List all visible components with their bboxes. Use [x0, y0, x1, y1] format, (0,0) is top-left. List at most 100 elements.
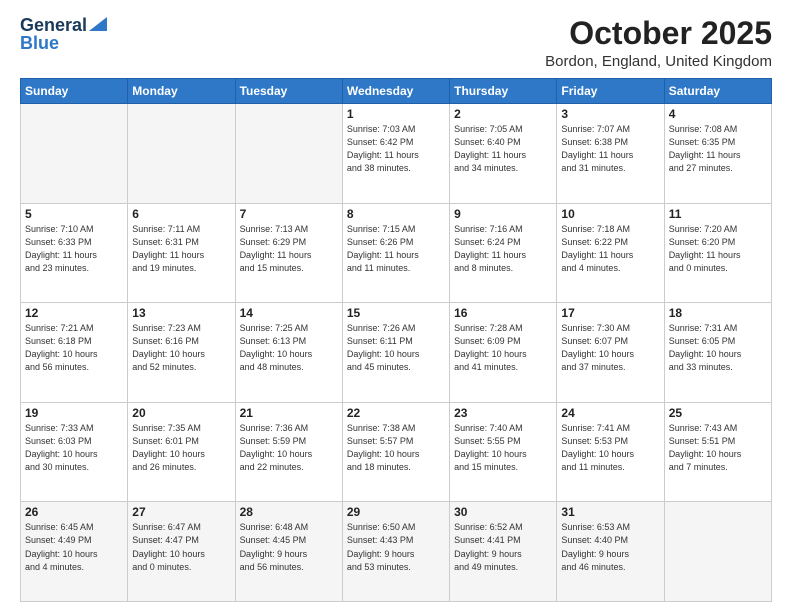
day-number: 15 [347, 306, 445, 320]
day-info: Sunrise: 7:25 AM Sunset: 6:13 PM Dayligh… [240, 322, 338, 374]
day-info: Sunrise: 7:35 AM Sunset: 6:01 PM Dayligh… [132, 422, 230, 474]
day-cell: 24Sunrise: 7:41 AM Sunset: 5:53 PM Dayli… [557, 402, 664, 502]
day-cell: 16 Sunrise: 7:28 AM Sunset: 6:09 PM Dayli… [450, 303, 557, 403]
day-cell: 2Sunrise: 7:05 AM Sunset: 6:40 PM Daylig… [450, 104, 557, 204]
weekday-header-friday: Friday [557, 79, 664, 104]
day-number: 25 [669, 406, 767, 420]
day-info: Sunrise: 6:50 AM Sunset: 4:43 PM Dayligh… [347, 521, 445, 573]
day-info: Sunrise: 7:31 AM Sunset: 6:05 PM Dayligh… [669, 322, 767, 374]
day-number: 4 [669, 107, 767, 121]
day-number: 20 [132, 406, 230, 420]
logo-icon [89, 17, 107, 31]
day-number: 19 [25, 406, 123, 420]
weekday-header-thursday: Thursday [450, 79, 557, 104]
day-info: Sunrise: 7:26 AM Sunset: 6:11 PM Dayligh… [347, 322, 445, 374]
day-info: Sunrise: 7:08 AM Sunset: 6:35 PM Dayligh… [669, 123, 767, 175]
day-info: Sunrise: 7:41 AM Sunset: 5:53 PM Dayligh… [561, 422, 659, 474]
day-info: Sunrise: 7:43 AM Sunset: 5:51 PM Dayligh… [669, 422, 767, 474]
day-cell [128, 104, 235, 204]
calendar-body: 1 Sunrise: 7:03 AM Sunset: 6:42 PM Daylig… [21, 104, 772, 602]
title-block: October 2025 Bordon, England, United Kin… [545, 16, 772, 70]
day-number: 29 [347, 505, 445, 519]
day-cell [21, 104, 128, 204]
day-cell: 13Sunrise: 7:23 AM Sunset: 6:16 PM Dayli… [128, 303, 235, 403]
day-info: Sunrise: 7:21 AM Sunset: 6:18 PM Dayligh… [25, 322, 123, 374]
weekday-header-saturday: Saturday [664, 79, 771, 104]
day-cell: 6 Sunrise: 7:11 AM Sunset: 6:31 PM Daylig… [128, 203, 235, 303]
day-cell: 3 Sunrise: 7:07 AM Sunset: 6:38 PM Daylig… [557, 104, 664, 204]
day-number: 8 [347, 207, 445, 221]
day-info: Sunrise: 7:38 AM Sunset: 5:57 PM Dayligh… [347, 422, 445, 474]
day-info: Sunrise: 7:07 AM Sunset: 6:38 PM Dayligh… [561, 123, 659, 175]
day-number: 18 [669, 306, 767, 320]
logo-blue: Blue [20, 34, 59, 54]
day-number: 21 [240, 406, 338, 420]
day-number: 13 [132, 306, 230, 320]
day-info: Sunrise: 7:36 AM Sunset: 5:59 PM Dayligh… [240, 422, 338, 474]
day-number: 9 [454, 207, 552, 221]
day-info: Sunrise: 7:11 AM Sunset: 6:31 PM Dayligh… [132, 223, 230, 275]
day-cell: 29 Sunrise: 6:50 AM Sunset: 4:43 PM Dayli… [342, 502, 449, 602]
day-cell [235, 104, 342, 204]
day-cell: 7Sunrise: 7:13 AM Sunset: 6:29 PM Daylig… [235, 203, 342, 303]
day-cell: 19 Sunrise: 7:33 AM Sunset: 6:03 PM Dayli… [21, 402, 128, 502]
day-number: 27 [132, 505, 230, 519]
day-number: 6 [132, 207, 230, 221]
calendar-header: SundayMondayTuesdayWednesdayThursdayFrid… [21, 79, 772, 104]
header: General Blue October 2025 Bordon, Englan… [20, 16, 772, 70]
day-cell: 30 Sunrise: 6:52 AM Sunset: 4:41 PM Dayli… [450, 502, 557, 602]
day-cell: 21 Sunrise: 7:36 AM Sunset: 5:59 PM Dayli… [235, 402, 342, 502]
week-row-3: 19 Sunrise: 7:33 AM Sunset: 6:03 PM Dayli… [21, 402, 772, 502]
weekday-header-monday: Monday [128, 79, 235, 104]
day-info: Sunrise: 6:53 AM Sunset: 4:40 PM Dayligh… [561, 521, 659, 573]
day-cell: 20 Sunrise: 7:35 AM Sunset: 6:01 PM Dayli… [128, 402, 235, 502]
day-cell: 10Sunrise: 7:18 AM Sunset: 6:22 PM Dayli… [557, 203, 664, 303]
day-cell: 11Sunrise: 7:20 AM Sunset: 6:20 PM Dayli… [664, 203, 771, 303]
day-cell: 14 Sunrise: 7:25 AM Sunset: 6:13 PM Dayli… [235, 303, 342, 403]
day-cell: 23 Sunrise: 7:40 AM Sunset: 5:55 PM Dayli… [450, 402, 557, 502]
day-number: 1 [347, 107, 445, 121]
day-cell: 17 Sunrise: 7:30 AM Sunset: 6:07 PM Dayli… [557, 303, 664, 403]
day-info: Sunrise: 6:52 AM Sunset: 4:41 PM Dayligh… [454, 521, 552, 573]
day-cell: 8 Sunrise: 7:15 AM Sunset: 6:26 PM Daylig… [342, 203, 449, 303]
day-cell: 5Sunrise: 7:10 AM Sunset: 6:33 PM Daylig… [21, 203, 128, 303]
weekday-row: SundayMondayTuesdayWednesdayThursdayFrid… [21, 79, 772, 104]
day-info: Sunrise: 6:45 AM Sunset: 4:49 PM Dayligh… [25, 521, 123, 573]
day-cell: 4 Sunrise: 7:08 AM Sunset: 6:35 PM Daylig… [664, 104, 771, 204]
day-info: Sunrise: 7:33 AM Sunset: 6:03 PM Dayligh… [25, 422, 123, 474]
day-number: 7 [240, 207, 338, 221]
day-number: 10 [561, 207, 659, 221]
day-number: 14 [240, 306, 338, 320]
week-row-1: 5Sunrise: 7:10 AM Sunset: 6:33 PM Daylig… [21, 203, 772, 303]
day-cell: 25 Sunrise: 7:43 AM Sunset: 5:51 PM Dayli… [664, 402, 771, 502]
day-info: Sunrise: 7:15 AM Sunset: 6:26 PM Dayligh… [347, 223, 445, 275]
week-row-0: 1 Sunrise: 7:03 AM Sunset: 6:42 PM Daylig… [21, 104, 772, 204]
day-number: 22 [347, 406, 445, 420]
day-number: 17 [561, 306, 659, 320]
day-cell: 27Sunrise: 6:47 AM Sunset: 4:47 PM Dayli… [128, 502, 235, 602]
day-cell: 18 Sunrise: 7:31 AM Sunset: 6:05 PM Dayli… [664, 303, 771, 403]
day-number: 30 [454, 505, 552, 519]
day-number: 2 [454, 107, 552, 121]
month-title: October 2025 [545, 16, 772, 51]
day-info: Sunrise: 7:28 AM Sunset: 6:09 PM Dayligh… [454, 322, 552, 374]
calendar: SundayMondayTuesdayWednesdayThursdayFrid… [20, 78, 772, 602]
day-cell: 15 Sunrise: 7:26 AM Sunset: 6:11 PM Dayli… [342, 303, 449, 403]
weekday-header-wednesday: Wednesday [342, 79, 449, 104]
day-info: Sunrise: 6:48 AM Sunset: 4:45 PM Dayligh… [240, 521, 338, 573]
week-row-2: 12 Sunrise: 7:21 AM Sunset: 6:18 PM Dayli… [21, 303, 772, 403]
day-number: 23 [454, 406, 552, 420]
day-info: Sunrise: 7:30 AM Sunset: 6:07 PM Dayligh… [561, 322, 659, 374]
day-info: Sunrise: 7:03 AM Sunset: 6:42 PM Dayligh… [347, 123, 445, 175]
day-number: 3 [561, 107, 659, 121]
day-info: Sunrise: 7:16 AM Sunset: 6:24 PM Dayligh… [454, 223, 552, 275]
day-cell: 26Sunrise: 6:45 AM Sunset: 4:49 PM Dayli… [21, 502, 128, 602]
weekday-header-tuesday: Tuesday [235, 79, 342, 104]
day-info: Sunrise: 7:20 AM Sunset: 6:20 PM Dayligh… [669, 223, 767, 275]
page: General Blue October 2025 Bordon, Englan… [0, 0, 792, 612]
day-info: Sunrise: 7:40 AM Sunset: 5:55 PM Dayligh… [454, 422, 552, 474]
day-number: 16 [454, 306, 552, 320]
day-number: 5 [25, 207, 123, 221]
day-number: 12 [25, 306, 123, 320]
day-cell: 28Sunrise: 6:48 AM Sunset: 4:45 PM Dayli… [235, 502, 342, 602]
